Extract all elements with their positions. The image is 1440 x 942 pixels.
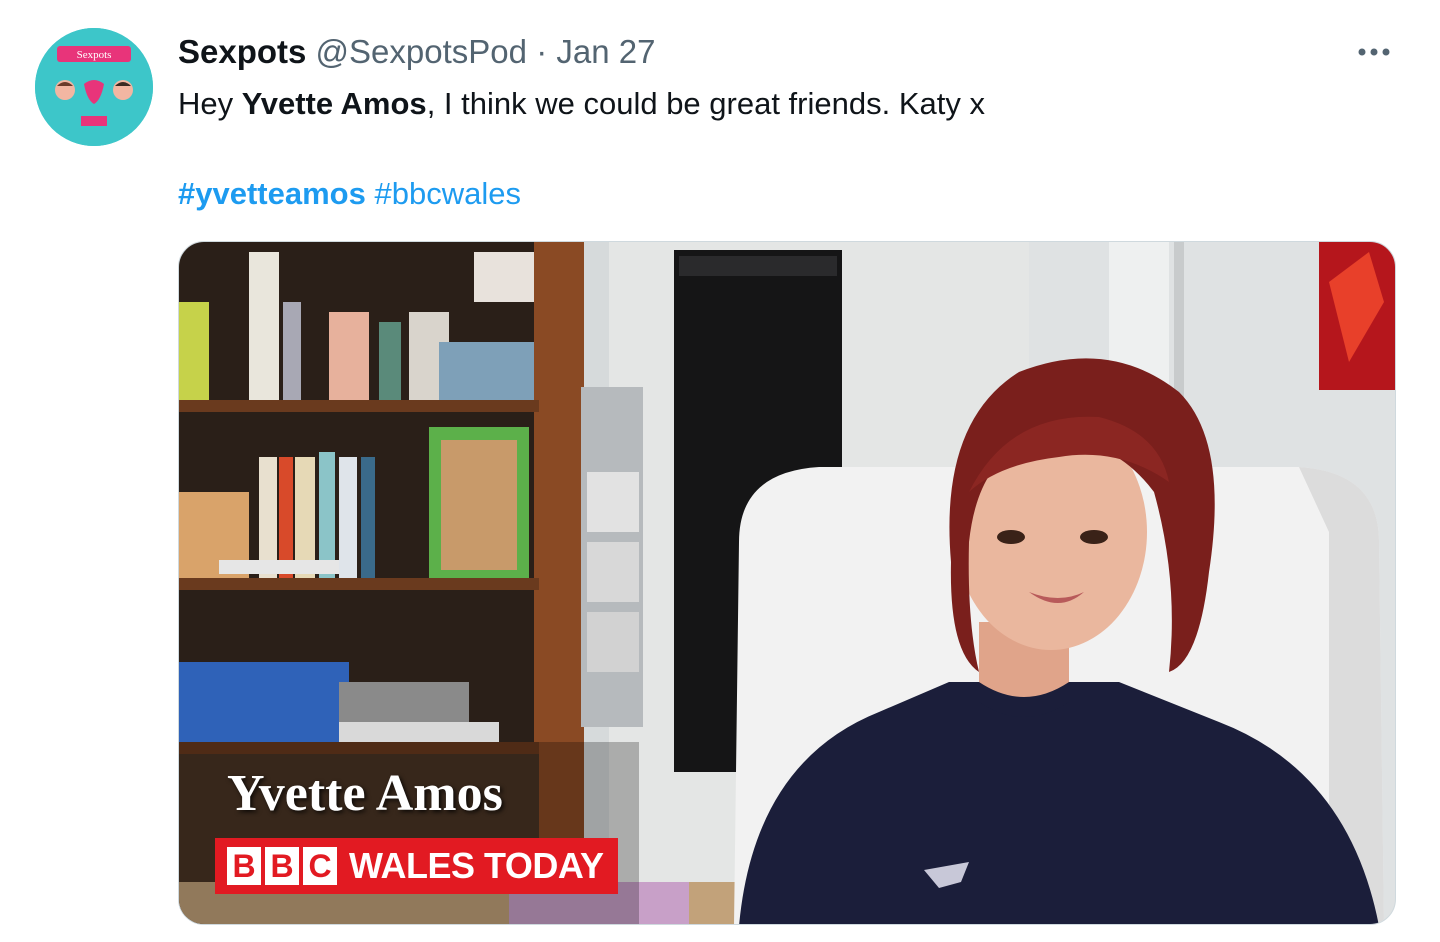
tweet-header: Sexpots @SexpotsPod · Jan 27 (178, 30, 655, 74)
bbc-logo-letter: B (265, 847, 299, 885)
bbc-logo: B B C (227, 847, 337, 885)
display-name[interactable]: Sexpots (178, 33, 306, 70)
tweet-media-image[interactable]: Yvette Amos B B C WALES TODAY (178, 241, 1396, 925)
hashtag-link[interactable]: #yvetteamos (178, 176, 366, 211)
tweet-text-end: , I think we could be great friends. Kat… (426, 86, 985, 121)
sexpots-logo-icon: Sexpots (35, 28, 153, 146)
bbc-logo-letter: B (227, 847, 261, 885)
hashtag-line: #yvetteamos #bbcwales (178, 172, 521, 216)
user-handle[interactable]: @SexpotsPod (316, 33, 527, 70)
mention-name: Yvette Amos (241, 86, 427, 121)
tweet-text: Hey Yvette Amos, I think we could be gre… (178, 82, 985, 126)
tweet-text-start: Hey (178, 86, 242, 121)
hashtag-link[interactable]: #bbcwales (374, 176, 520, 211)
caption-name: Yvette Amos (227, 765, 503, 822)
tweet-card[interactable]: Sexpots Sexpots @SexpotsPod · Jan 27 Hey… (0, 0, 1440, 942)
svg-text:Sexpots: Sexpots (77, 49, 112, 61)
programme-title: WALES TODAY (349, 845, 604, 886)
more-options-button[interactable] (1352, 32, 1396, 72)
separator-dot: · (536, 33, 548, 70)
profile-avatar[interactable]: Sexpots (35, 28, 153, 146)
tweet-date[interactable]: Jan 27 (556, 33, 655, 70)
bbc-lower-third: B B C WALES TODAY (215, 838, 618, 894)
bbc-logo-letter: C (303, 847, 337, 885)
more-options-icon (1358, 48, 1390, 56)
